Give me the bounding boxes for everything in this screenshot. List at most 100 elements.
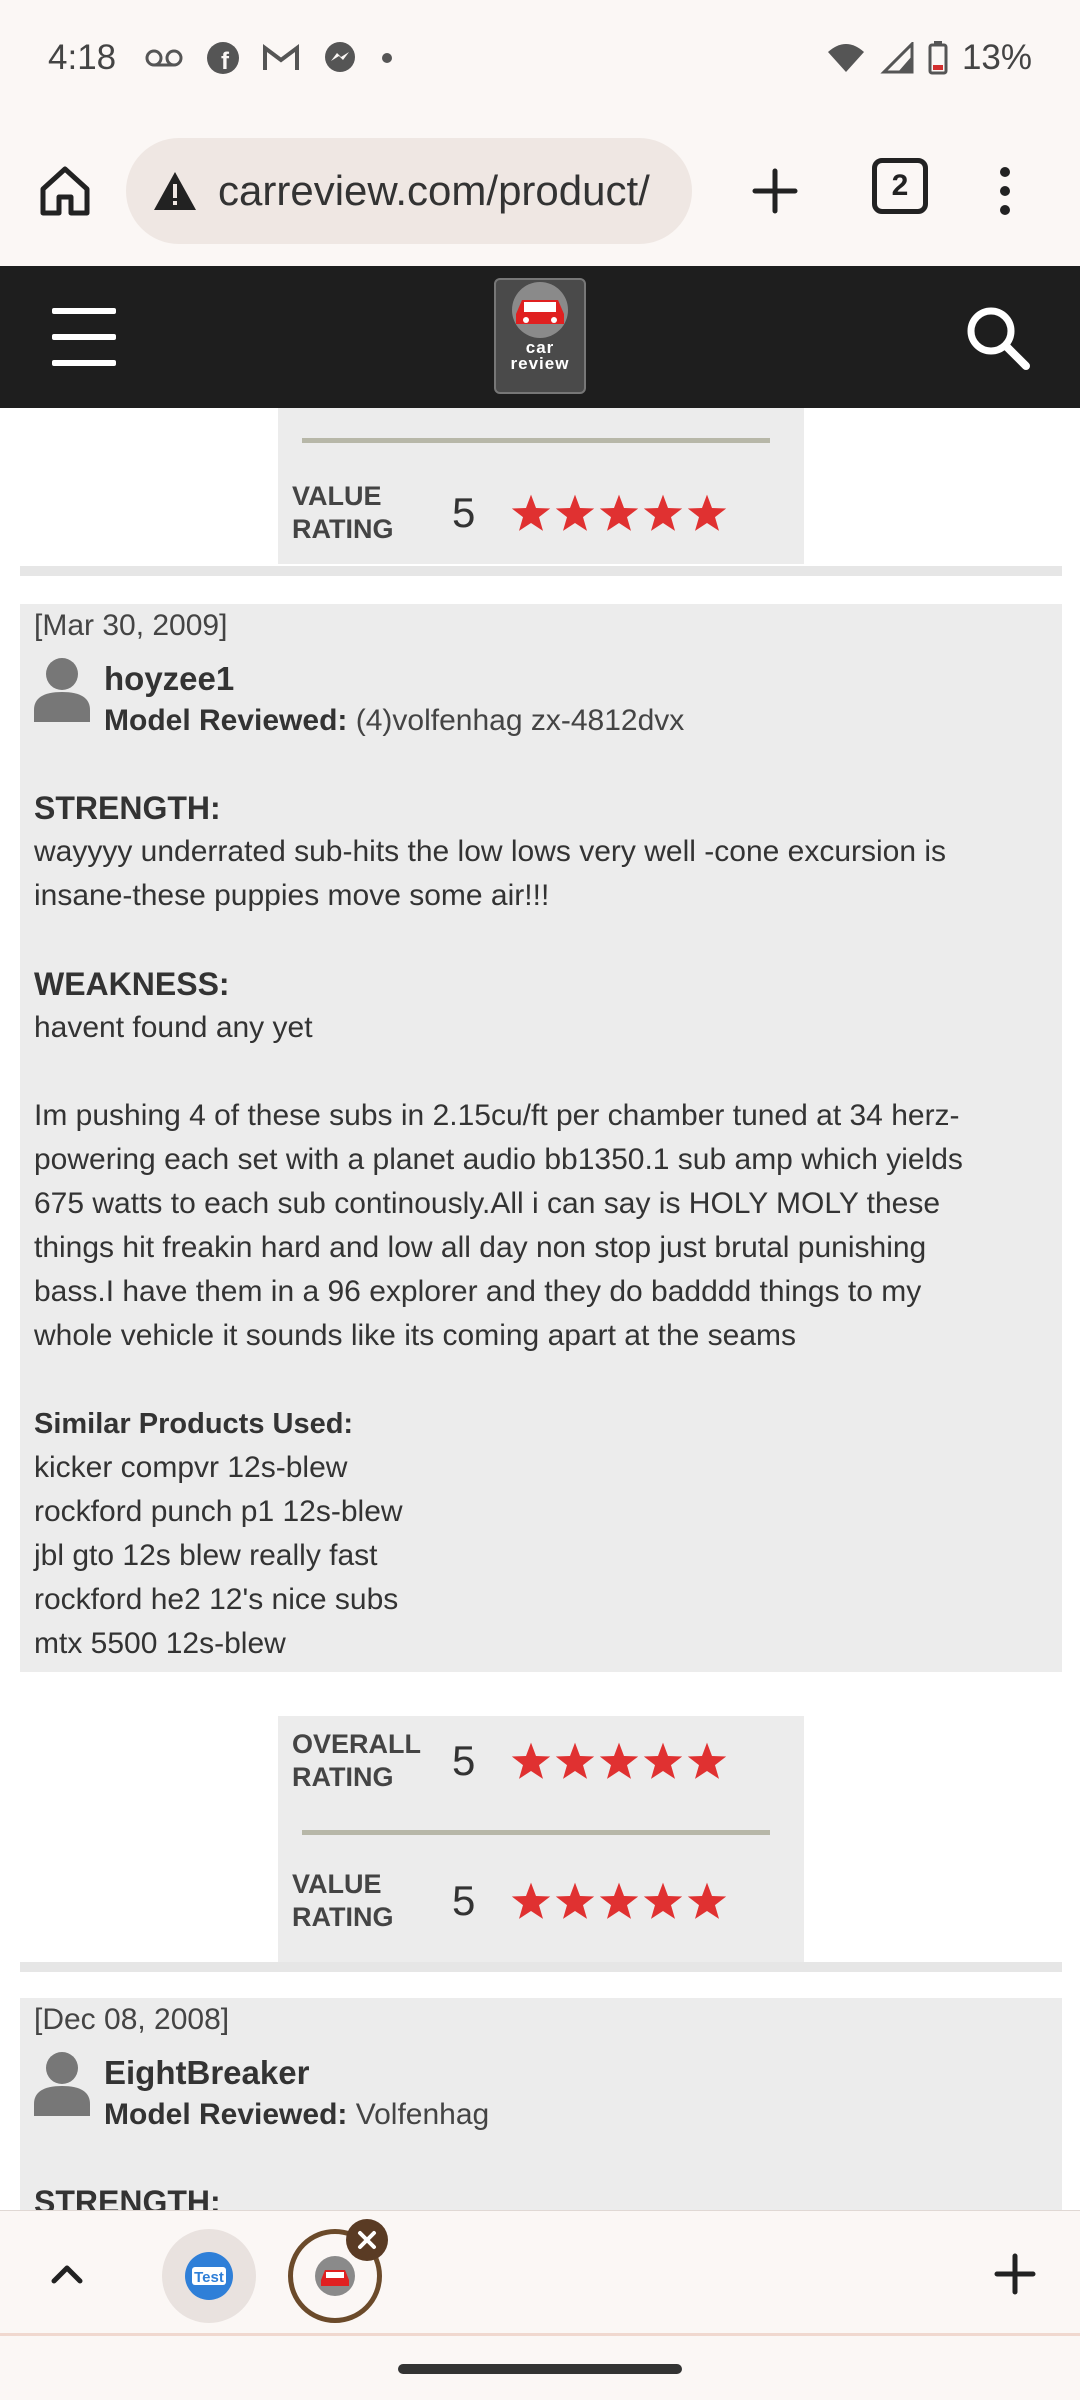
star-icon — [555, 494, 595, 531]
review-body-line: powering each set with a planet audio bb… — [34, 1143, 963, 1176]
similar-products-title: Similar Products Used: — [34, 1408, 354, 1440]
rating-box-previous: VALUE RATING 5 — [278, 408, 804, 564]
star-icon — [511, 494, 551, 531]
strength-title: STRENGTH: — [34, 2184, 221, 2210]
avatar-icon — [34, 658, 90, 722]
tab-thumbnail-test[interactable]: Test — [162, 2229, 256, 2323]
status-time: 4:18 — [48, 38, 117, 77]
rating-box: OVERALL RATING 5 VALUE RATING 5 — [278, 1716, 804, 1968]
rating-separator — [302, 1830, 770, 1835]
new-tab-button[interactable] — [740, 156, 810, 226]
star-icon — [687, 494, 727, 531]
review-date: [Dec 08, 2008] — [34, 2003, 230, 2036]
car-logo-icon — [315, 2256, 355, 2296]
avatar-icon — [34, 2052, 90, 2116]
review-body-line: bass.I have them in a 96 explorer and th… — [34, 1275, 922, 1308]
review-date: [Mar 30, 2009] — [34, 609, 228, 642]
similar-product-item: kicker compvr 12s-blew — [34, 1451, 348, 1484]
tab-strip: Test — [0, 2210, 1080, 2336]
star-icon — [555, 1882, 595, 1919]
review-body-line: things hit freakin hard and low all day … — [34, 1231, 927, 1264]
facebook-icon: f — [207, 42, 240, 75]
close-icon — [358, 2231, 376, 2249]
gesture-bar[interactable] — [398, 2364, 682, 2374]
battery-icon — [928, 41, 948, 75]
browser-toolbar: carreview.com/product/ 2 — [0, 116, 1080, 266]
navigation-area — [0, 2336, 1080, 2400]
gmail-icon — [263, 44, 300, 70]
status-bar: 4:18 f 13% — [0, 0, 1080, 116]
review-card: [Dec 08, 2008] EightBreaker Model Review… — [20, 1998, 1062, 2210]
star-icon — [643, 1742, 683, 1779]
page-content: VALUE RATING 5 [Mar 30, 2009] hoyzee1 Mod… — [0, 408, 1080, 2210]
star-icon — [687, 1742, 727, 1779]
strength-line: wayyyy underrated sub-hits the low lows … — [34, 835, 947, 868]
similar-product-item: mtx 5500 12s-blew — [34, 1627, 286, 1660]
star-icon — [643, 494, 683, 531]
review-username[interactable]: hoyzee1 — [104, 660, 234, 698]
home-icon — [40, 166, 90, 216]
chevron-up-icon[interactable] — [42, 2249, 92, 2299]
site-logo[interactable]: car review — [494, 278, 586, 394]
menu-icon[interactable] — [52, 308, 116, 366]
review-body-line: whole vehicle it sounds like its coming … — [34, 1319, 797, 1352]
star-icon — [643, 1882, 683, 1919]
url-text: carreview.com/product/ — [218, 167, 650, 214]
review-body-line: 675 watts to each sub continously.All i … — [34, 1187, 941, 1220]
svg-text:Test: Test — [194, 2269, 224, 2286]
review-body-line: Im pushing 4 of these subs in 2.15cu/ft … — [34, 1099, 960, 1132]
search-icon[interactable] — [962, 302, 1032, 372]
overall-rating-row: OVERALL RATING 5 — [292, 1726, 792, 1796]
site-header: car review — [0, 266, 1080, 408]
tab-switcher-button[interactable]: 2 — [872, 158, 928, 214]
home-button[interactable] — [30, 156, 100, 226]
weakness-title: WEAKNESS: — [34, 966, 230, 1002]
screen: 4:18 f 13% carreview.com/product/ 2 car … — [0, 0, 1080, 2400]
overall-rating-stars — [510, 1741, 728, 1781]
car-logo-icon — [512, 282, 568, 338]
battery-percent: 13% — [961, 38, 1032, 77]
star-icon — [687, 1882, 727, 1919]
wifi-icon — [827, 44, 864, 72]
value-rating-label: VALUE RATING — [292, 481, 394, 544]
review-author: hoyzee1 Model Reviewed: (4)volfenhag zx-… — [34, 646, 1048, 742]
value-rating-row: VALUE RATING 5 — [292, 478, 792, 548]
star-icon — [555, 1742, 595, 1779]
more-menu-button[interactable] — [980, 156, 1030, 226]
plus-icon — [752, 168, 798, 214]
value-rating-stars — [510, 493, 728, 533]
dot-icon — [382, 53, 393, 63]
overall-rating-score: 5 — [452, 1737, 476, 1784]
star-icon — [599, 1882, 639, 1919]
similar-product-item: rockford punch p1 12s-blew — [34, 1495, 403, 1528]
star-icon — [599, 1742, 639, 1779]
value-rating-row: VALUE RATING 5 — [292, 1866, 792, 1936]
overall-rating-label: OVERALL RATING — [292, 1729, 422, 1792]
signal-icon — [880, 42, 914, 74]
weakness-text: havent found any yet — [34, 1011, 313, 1044]
svg-text:f: f — [221, 48, 230, 75]
star-icon — [511, 1882, 551, 1919]
add-tab-icon[interactable] — [990, 2249, 1040, 2299]
similar-product-item: rockford he2 12's nice subs — [34, 1583, 399, 1616]
value-rating-score: 5 — [452, 1877, 476, 1924]
review-card: [Mar 30, 2009] hoyzee1 Model Reviewed: (… — [20, 604, 1062, 1672]
value-rating-label: VALUE RATING — [292, 1869, 394, 1932]
voicemail-icon — [145, 49, 183, 67]
star-icon — [599, 494, 639, 531]
star-icon — [511, 1742, 551, 1779]
logo-text-review: review — [510, 354, 570, 373]
section-divider — [20, 1962, 1062, 1972]
model-reviewed: Model Reviewed: Volfenhag — [104, 2098, 490, 2131]
value-rating-score: 5 — [452, 489, 476, 536]
value-rating-stars — [510, 1881, 728, 1921]
address-bar[interactable]: carreview.com/product/ — [126, 138, 692, 244]
similar-product-item: jbl gto 12s blew really fast — [34, 1539, 378, 1572]
close-tab-button[interactable] — [346, 2219, 388, 2261]
model-reviewed: Model Reviewed: (4)volfenhag zx-4812dvx — [104, 704, 685, 737]
warning-icon — [154, 172, 196, 210]
test-site-icon: Test — [185, 2252, 233, 2300]
section-divider — [20, 566, 1062, 576]
review-username[interactable]: EightBreaker — [104, 2054, 309, 2092]
rating-separator — [302, 438, 770, 443]
